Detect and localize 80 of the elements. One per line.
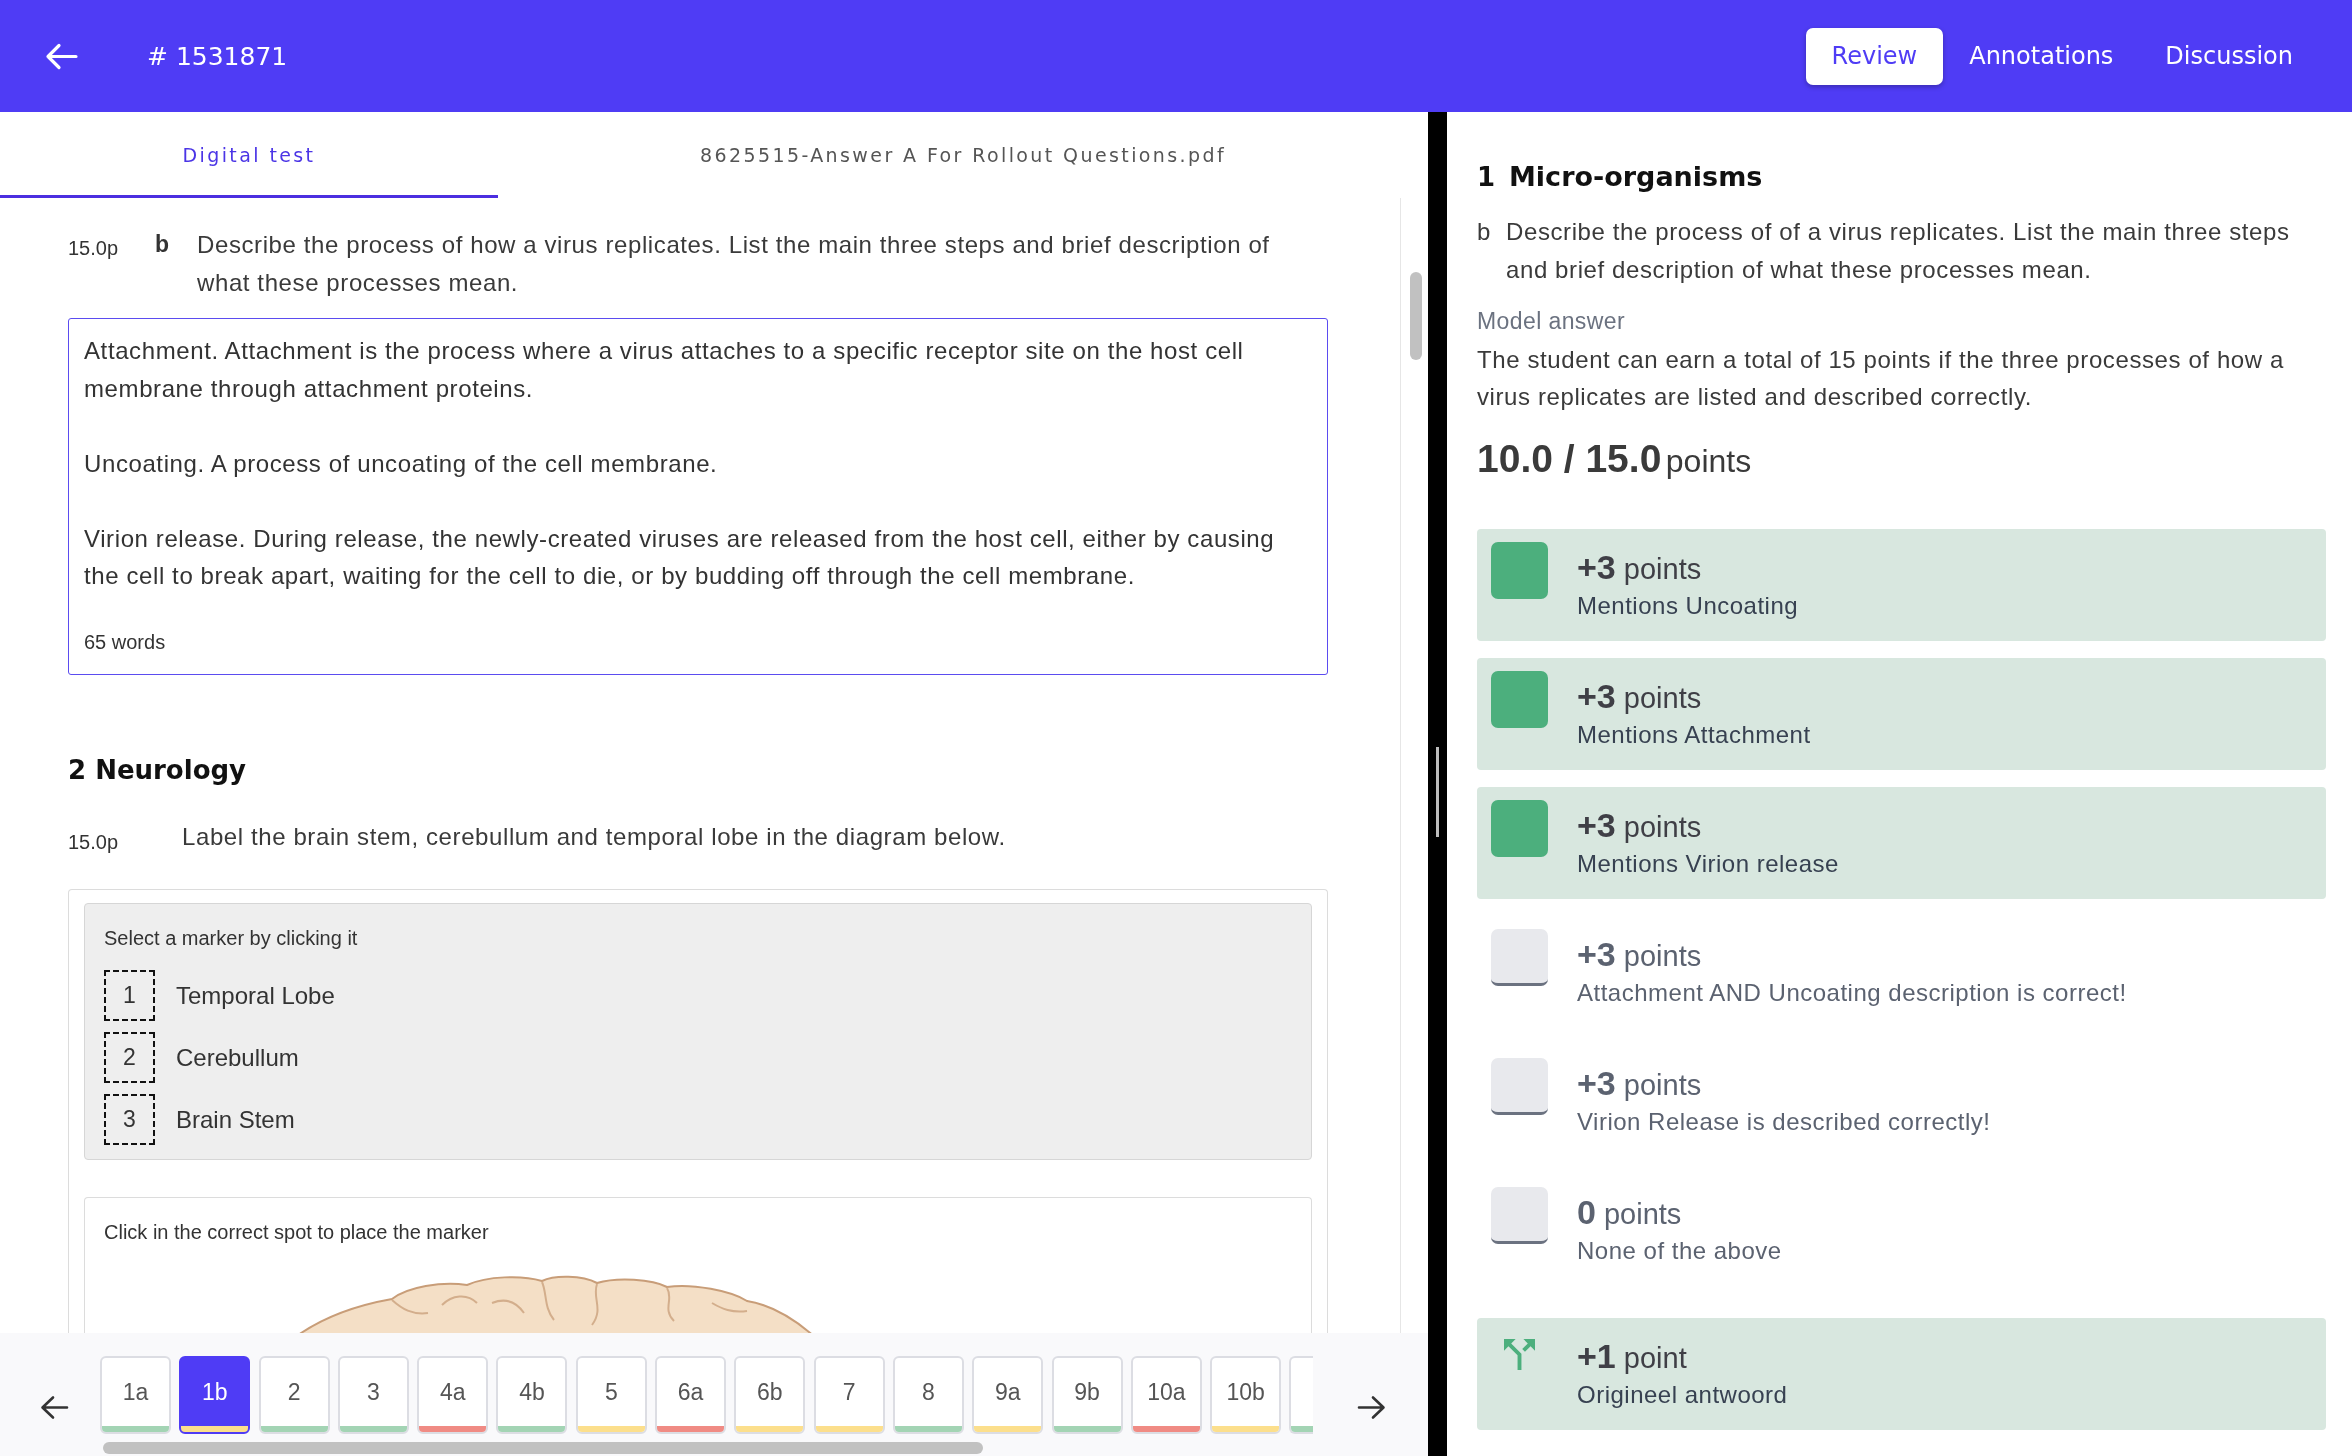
view-tab[interactable]: Review: [1805, 27, 1944, 85]
criterion-card[interactable]: +1 point Origineel antwoord: [1477, 1318, 2326, 1430]
criterion-text: Attachment AND Uncoating description is correct!: [1577, 978, 2127, 1008]
marker-label: Cerebullum: [176, 1043, 299, 1072]
question-button[interactable]: [1289, 1356, 1314, 1434]
word-count: 65 words: [84, 629, 166, 655]
marker-label: Brain Stem: [176, 1105, 295, 1134]
document-tab[interactable]: 8625515-Answer A For Rollout Questions.pdf: [498, 112, 1428, 198]
answer-paragraph: Uncoating. A process of uncoating of the cell membrane.: [84, 448, 718, 479]
question-button[interactable]: 6a: [655, 1356, 727, 1434]
arrow-left-icon[interactable]: [40, 1395, 69, 1420]
criterion-card[interactable]: +3 points Mentions Virion release: [1477, 787, 2326, 899]
instruction-text: Select a marker by clicking it: [104, 926, 358, 951]
question-button[interactable]: 10b: [1210, 1356, 1282, 1434]
criterion-card[interactable]: +3 points Mentions Attachment: [1477, 658, 2326, 770]
criterion-card[interactable]: +3 points Mentions Uncoating: [1477, 529, 2326, 641]
question-button[interactable]: 8: [892, 1356, 964, 1434]
checkbox[interactable]: [1491, 542, 1548, 599]
question-button[interactable]: 4b: [496, 1356, 568, 1434]
back-arrow-icon[interactable]: [45, 42, 78, 70]
checkbox[interactable]: [1491, 929, 1548, 986]
points-label: +3 points: [1577, 805, 1702, 846]
scrollbar-thumb[interactable]: [1410, 272, 1422, 360]
points-label: +3 points: [1577, 676, 1702, 717]
question-button[interactable]: 5: [575, 1356, 647, 1434]
model-answer-label: Model answer: [1477, 307, 1625, 336]
question-button[interactable]: 1a: [100, 1356, 171, 1434]
question-text: Label the brain stem, cerebullum and temporal lobe in the diagram below.: [182, 821, 1007, 852]
marker-label: Temporal Lobe: [176, 981, 335, 1010]
score-total: 10.0 / 15.0 points: [1477, 436, 1752, 482]
marker-button[interactable]: 1: [104, 970, 155, 1021]
criterion-text: Mentions Virion release: [1577, 849, 1839, 879]
section-title: Micro-organisms: [1509, 160, 1763, 194]
marker-button[interactable]: 3: [104, 1094, 155, 1145]
part-label: b: [1477, 217, 1492, 247]
points-label: 0 points: [1577, 1192, 1682, 1233]
part-label: b: [155, 230, 171, 259]
section-number: 1: [1477, 161, 1497, 194]
criterion-text: Origineel antwoord: [1577, 1380, 1788, 1410]
points-label: 15.0p: [68, 236, 120, 261]
criterion-text: Virion Release is described correctly!: [1577, 1107, 1991, 1137]
question-button[interactable]: 9b: [1051, 1356, 1123, 1434]
document-tab[interactable]: Digital test: [0, 112, 498, 198]
checkbox[interactable]: [1491, 1058, 1548, 1115]
points-label: +3 points: [1577, 1063, 1702, 1104]
view-tab[interactable]: Discussion: [2139, 27, 2319, 85]
points-label: +3 points: [1577, 934, 1702, 975]
points-label: +3 points: [1577, 547, 1702, 588]
answer-paragraph: Virion release. During release, the newly-created viruses are released from the host cell, either by causing the cell to break apart, waiting for the cell to die, or by budding off through the cell membrane.: [84, 523, 1276, 591]
criterion-text: Mentions Uncoating: [1577, 591, 1799, 621]
placement-area[interactable]: Click in the correct spot to place the marker: [84, 1197, 1312, 1333]
question-button[interactable]: 1b: [179, 1356, 251, 1434]
marker-button[interactable]: 2: [104, 1032, 155, 1083]
submission-title: # 1531871: [147, 41, 288, 71]
question-button[interactable]: 9a: [972, 1356, 1044, 1434]
checkbox[interactable]: [1491, 1187, 1548, 1244]
question-text: Describe the process of how a virus replicates. List the main three steps and brief description of what these processes mean.: [197, 230, 1271, 298]
criterion-text: Mentions Attachment: [1577, 720, 1811, 750]
question-button[interactable]: 4a: [417, 1356, 489, 1434]
question-button[interactable]: 3: [337, 1356, 409, 1434]
points-label: +1 point: [1577, 1336, 1687, 1377]
answer-paragraph: Attachment. Attachment is the process where a virus attaches to a specific receptor site on the host cell membrane through attachment proteins.: [84, 336, 1245, 404]
view-tab[interactable]: Annotations: [1943, 27, 2140, 85]
question-text: Describe the process of of a virus replicates. List the main three steps and brief description of what these processes mean.: [1506, 217, 2291, 285]
model-answer-text: The student can earn a total of 15 points if the three processes of how a virus replicates are listed and described correctly.: [1477, 345, 2285, 412]
question-button[interactable]: 10a: [1130, 1356, 1202, 1434]
instruction-text: Click in the correct spot to place the marker: [104, 1220, 489, 1245]
grip-icon[interactable]: [1436, 747, 1439, 837]
arrow-right-icon[interactable]: [1357, 1395, 1386, 1420]
question-button[interactable]: 7: [813, 1356, 885, 1434]
split-arrow-icon: [1504, 1339, 1535, 1370]
section-title: 2 Neurology: [68, 753, 247, 787]
scrollbar-thumb[interactable]: [103, 1442, 983, 1454]
question-button[interactable]: 2: [258, 1356, 330, 1434]
panel-splitter[interactable]: [1428, 112, 1447, 1456]
question-button[interactable]: 6b: [734, 1356, 806, 1434]
criterion-text: None of the above: [1577, 1236, 1782, 1266]
checkbox[interactable]: [1491, 800, 1548, 857]
points-label: 15.0p: [68, 829, 120, 855]
checkbox[interactable]: [1491, 671, 1548, 728]
